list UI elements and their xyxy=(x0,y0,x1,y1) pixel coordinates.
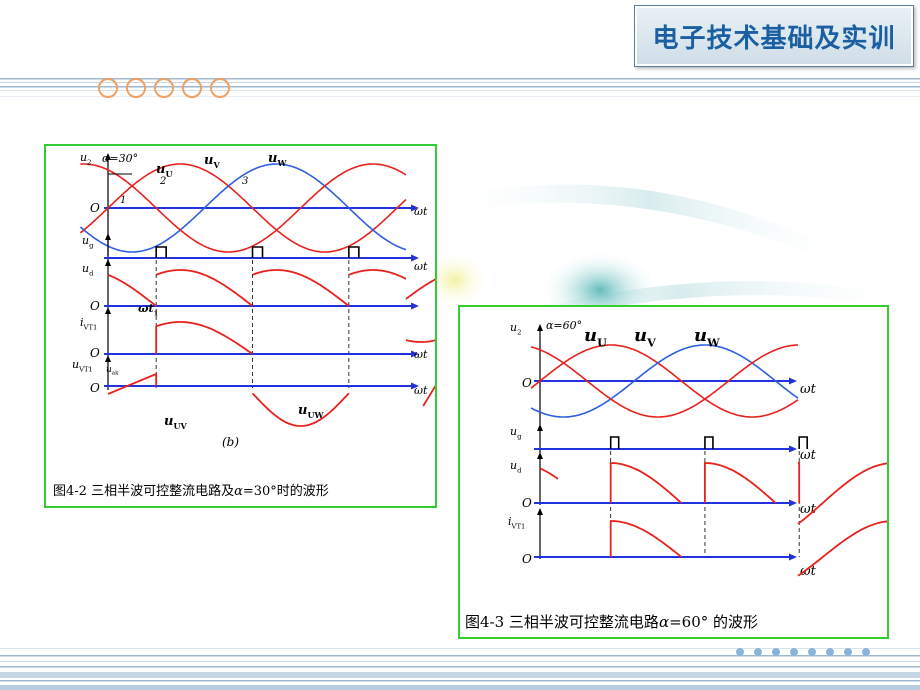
u2-vertical-axis-arrow xyxy=(537,324,543,331)
ivt-current-pulse xyxy=(609,520,682,558)
ug-time-axis-arrow xyxy=(789,445,797,453)
origin-label-4: O xyxy=(90,381,100,395)
waveform-diagram-4-2: u2 α=30°uUuV uW12 3O ωtugudOωtiVT1O ωtωt1uVT1… xyxy=(72,151,435,449)
origin-label-1: O xyxy=(522,376,532,390)
point-label-3: 3 xyxy=(242,176,248,187)
caption-4-3-prefix: 图4-3 三相半波可控整流电路 xyxy=(465,613,659,631)
gate-pulse xyxy=(348,246,360,258)
ug-vertical-axis-arrow xyxy=(105,233,111,240)
uuw-label: uUW xyxy=(298,403,324,420)
uvt-initial-ramp xyxy=(107,372,158,395)
origin-label-2: O xyxy=(90,299,100,313)
wt-label-4: ωt xyxy=(800,564,817,579)
caption-4-2: 图4-2 三相半波可控整流电路及α=30°时的波形 xyxy=(53,480,329,499)
figure-4-3: u2 α=60° uU uV uW Oωt ug ωt ud Oωt iVT1 Oωt 图4-3 三相… xyxy=(458,305,889,639)
label-uu: uU xyxy=(584,325,607,349)
wt-label-1: ωt xyxy=(414,205,428,218)
gate-pulse xyxy=(155,246,167,258)
label-uw: uW xyxy=(694,325,720,349)
top-stripes xyxy=(0,78,920,97)
gate-pulse xyxy=(251,246,264,258)
uak-label: uak xyxy=(106,365,119,377)
ivt-axis-label: iVT1 xyxy=(508,515,525,530)
uuv-label: uUV xyxy=(164,414,187,431)
alpha-60-label: α=60° xyxy=(546,319,582,332)
background-swoosh xyxy=(440,184,860,275)
point-label-2: 2 xyxy=(159,176,166,187)
alpha-30-label: α=30° xyxy=(102,152,138,165)
caption-4-3-suffix: =60° 的波形 xyxy=(669,613,759,631)
figure-4-2: u2 α=30° uU uV uW 1 2 3 Oωt ug ud Oωt iVT1 Oωt ωt1 uVT1… xyxy=(44,144,437,508)
ud-vertical-axis-arrow xyxy=(105,259,111,266)
origin-label-3: O xyxy=(522,552,532,566)
label-uv: uV xyxy=(204,153,220,170)
ivt-time-axis-arrow xyxy=(789,553,797,561)
panel-b-label: (b) xyxy=(222,435,239,449)
caption-4-2-suffix: =30°时的波形 xyxy=(242,484,329,499)
caption-4-3-alpha: α xyxy=(658,613,670,631)
u2-time-axis-arrow xyxy=(789,377,797,385)
wt-label-2: ωt xyxy=(800,448,817,463)
wt-label-1: ωt xyxy=(800,382,817,397)
ivt-current-pulse xyxy=(155,321,254,355)
wt-label-2: ωt xyxy=(414,260,428,273)
bottom-stripes xyxy=(0,648,920,690)
origin-label-2: O xyxy=(522,496,532,510)
origin-label-1: O xyxy=(90,201,100,215)
slide-title: 电子技术基础及实训 xyxy=(652,23,896,54)
wt-label-4: ωt xyxy=(414,384,428,397)
label-uv: uV xyxy=(634,325,656,349)
uvt-vertical-axis-arrow xyxy=(105,355,111,362)
wt-label-3: ωt xyxy=(414,348,428,361)
uvt-axis-label: uVT1 xyxy=(72,358,93,373)
ivt-axis-label: iVT1 xyxy=(80,316,97,331)
decor-circles xyxy=(98,78,230,98)
ud-axis-label: ud xyxy=(82,262,94,277)
decor-dots xyxy=(736,648,870,656)
u2-axis-label: u2 xyxy=(510,321,521,336)
caption-4-2-alpha: α xyxy=(234,484,243,499)
ivt-vertical-axis-arrow xyxy=(105,307,111,314)
gate-pulse xyxy=(609,436,620,449)
caption-4-2-prefix: 图4-2 三相半波可控整流电路及 xyxy=(53,484,235,499)
caption-4-3: 图4-3 三相半波可控整流电路α=60° 的波形 xyxy=(465,611,758,632)
title-banner: 电子技术基础及实训 xyxy=(634,5,914,67)
ivt-vertical-axis-arrow xyxy=(537,508,543,515)
ud-axis-label: ud xyxy=(510,459,522,474)
ug-vertical-axis-arrow xyxy=(537,424,543,431)
gate-pulse xyxy=(704,436,714,449)
ug-axis-label: ug xyxy=(510,425,522,440)
ud-output-waveform xyxy=(539,462,887,525)
ud-vertical-axis-arrow xyxy=(537,452,543,459)
origin-label-3: O xyxy=(90,346,100,360)
ud-time-axis-arrow xyxy=(789,499,797,507)
label-uw: uW xyxy=(268,151,287,168)
waveform-diagram-4-3: u2α=60° uU uV uWO ωtugωtudO ωtiVT1Oωt xyxy=(508,319,887,579)
ud-time-axis-arrow xyxy=(411,302,419,310)
point-label-1: 1 xyxy=(120,195,126,206)
